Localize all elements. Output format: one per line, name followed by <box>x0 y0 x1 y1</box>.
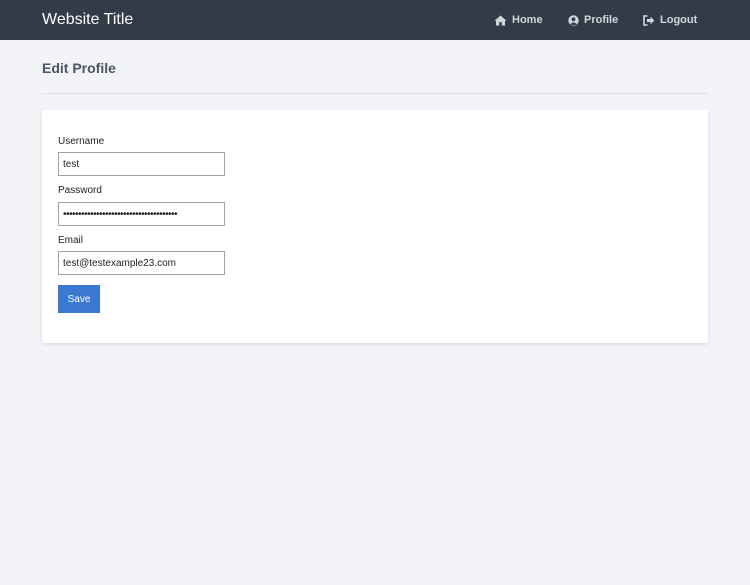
navbar: Website Title Home Profile Logout <box>0 0 750 40</box>
title-divider <box>42 93 708 94</box>
site-brand[interactable]: Website Title <box>42 11 133 29</box>
save-button[interactable]: Save <box>58 285 100 313</box>
nav-logout-link[interactable]: Logout <box>643 14 697 26</box>
nav-home-label: Home <box>512 14 543 26</box>
email-input[interactable] <box>58 251 225 275</box>
sign-out-icon <box>643 14 655 26</box>
username-label: Username <box>58 136 105 147</box>
nav-logout-label: Logout <box>660 14 698 26</box>
nav-home-link[interactable]: Home <box>494 14 543 26</box>
username-input[interactable] <box>58 152 225 176</box>
password-label: Password <box>58 185 102 196</box>
password-input[interactable] <box>58 202 225 226</box>
nav-profile-label: Profile <box>584 14 619 26</box>
page-title: Edit Profile <box>42 60 116 76</box>
nav-profile-link[interactable]: Profile <box>568 14 618 26</box>
home-icon <box>494 15 507 25</box>
email-label: Email <box>58 235 84 246</box>
edit-profile-card: Username Password Email Save <box>42 110 708 343</box>
user-circle-icon <box>568 14 579 26</box>
